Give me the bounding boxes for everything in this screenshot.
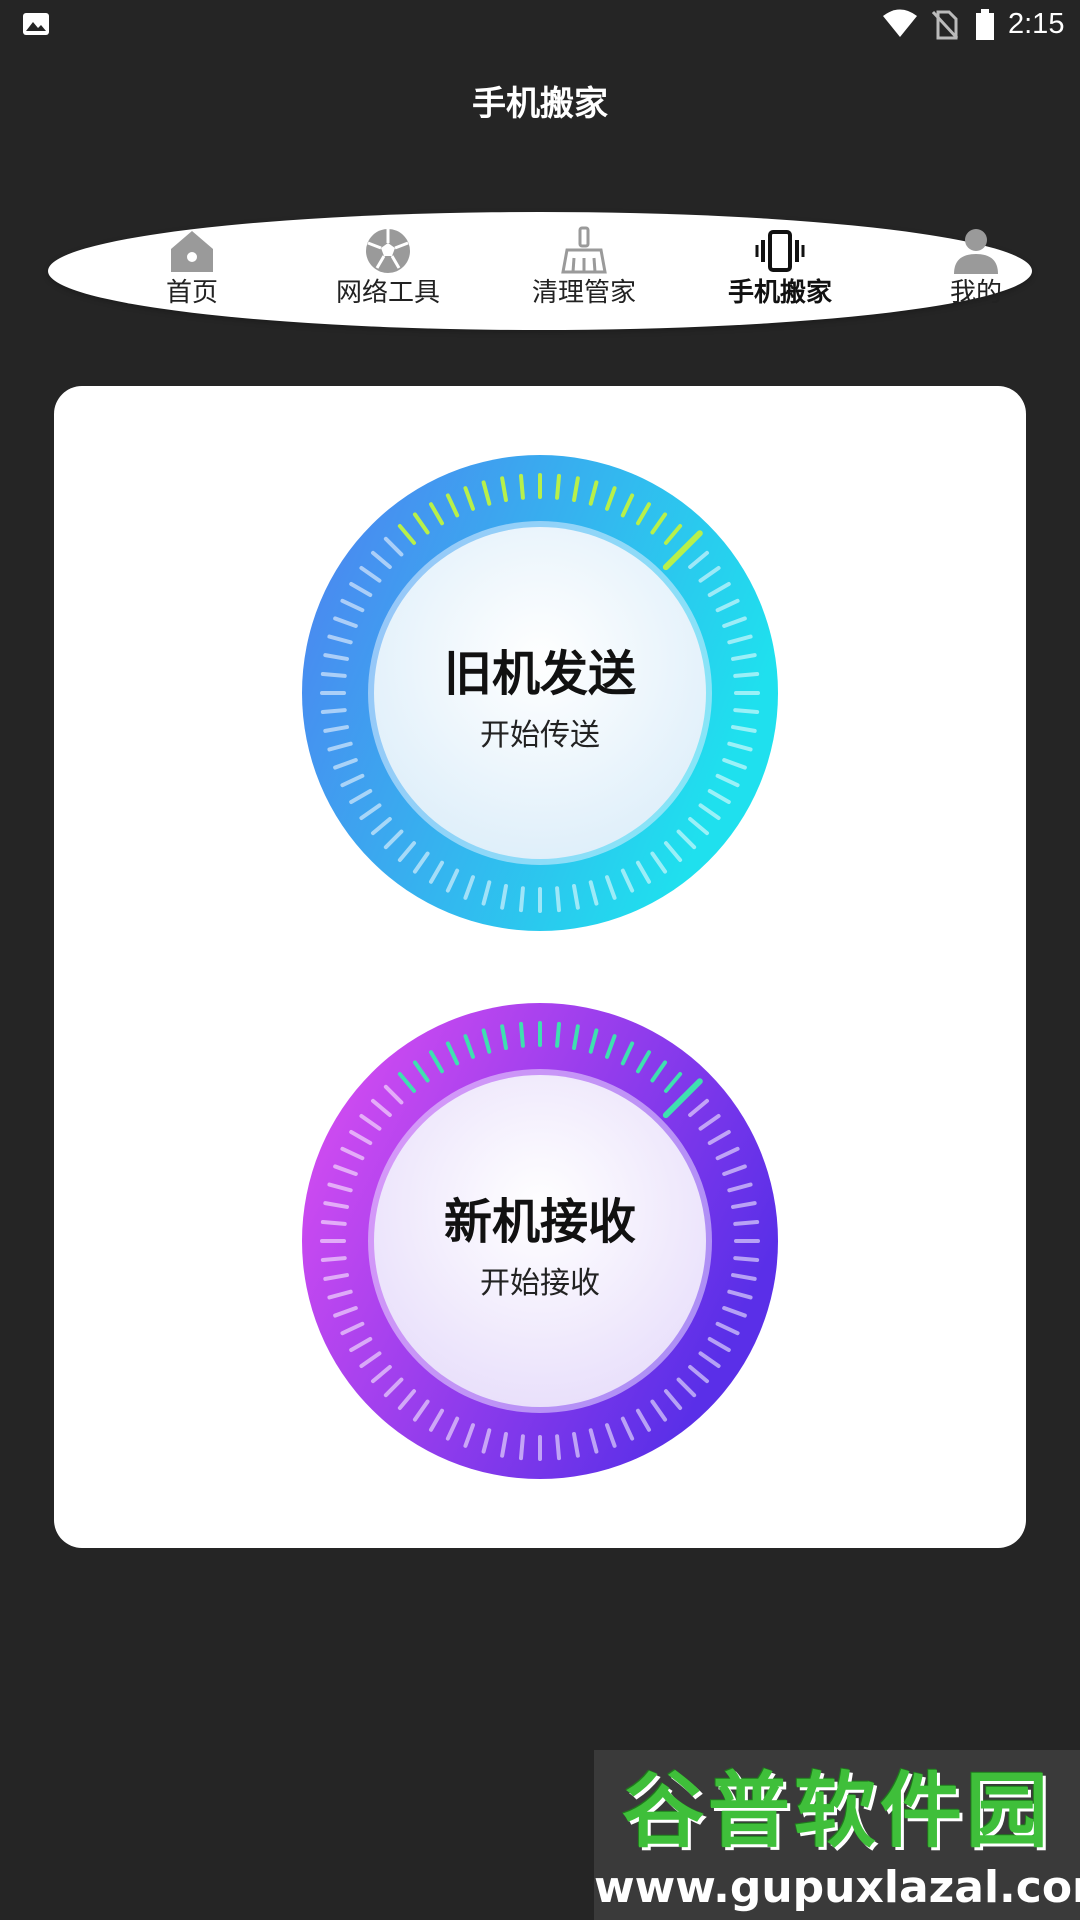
wifi-icon bbox=[883, 9, 917, 37]
new-phone-receive-button[interactable]: 新机接收 开始接收 bbox=[301, 1002, 779, 1480]
send-subtitle: 开始传送 bbox=[480, 718, 600, 753]
receive-title: 新机接收 bbox=[443, 1194, 636, 1250]
user-icon bbox=[954, 229, 998, 274]
watermark: 谷普软件园 www.gupuxlazal.com bbox=[594, 1750, 1080, 1920]
watermark-logo: 谷普软件园 bbox=[621, 1764, 1052, 1859]
nav-label-network-tools: 网络工具 bbox=[335, 278, 440, 308]
watermark-url: www.gupuxlazal.com bbox=[594, 1862, 1080, 1913]
status-bar: 2:15 bbox=[0, 0, 1080, 50]
dial-tick bbox=[555, 886, 561, 913]
nav-item-phone-clone[interactable]: 手机搬家 bbox=[690, 226, 870, 318]
dial-tick bbox=[519, 886, 525, 913]
home-icon bbox=[171, 231, 213, 272]
main-card: 旧机发送 开始传送 新机接收 开始接收 bbox=[54, 386, 1026, 1548]
battery-icon bbox=[976, 9, 994, 40]
dial-tick bbox=[733, 708, 760, 714]
page-title: 手机搬家 bbox=[472, 84, 608, 124]
photo-icon bbox=[23, 13, 49, 35]
receive-subtitle: 开始接收 bbox=[480, 1266, 600, 1301]
nav-item-cleaner[interactable]: 清理管家 bbox=[494, 226, 674, 318]
screen: 2:15 手机搬家 首页 网络工具 清理管家 手机搬家 我的 旧机发送 开始传送… bbox=[0, 0, 1080, 1920]
dial-tick bbox=[519, 1434, 525, 1461]
no-sim-icon bbox=[932, 10, 958, 40]
dial-tick bbox=[555, 1434, 561, 1461]
broom-icon bbox=[561, 226, 607, 274]
nav-item-home[interactable]: 首页 bbox=[102, 226, 282, 318]
nav-label-mine: 我的 bbox=[949, 278, 1002, 308]
dial-tick bbox=[733, 1256, 760, 1262]
nav-label-phone-clone: 手机搬家 bbox=[727, 278, 832, 308]
nav-item-mine[interactable]: 我的 bbox=[886, 226, 1066, 318]
dial-tick bbox=[320, 1256, 347, 1262]
status-time: 2:15 bbox=[1008, 8, 1065, 40]
phone-vibrate-icon bbox=[755, 230, 805, 272]
send-title: 旧机发送 bbox=[443, 646, 636, 702]
dial-tick bbox=[320, 708, 347, 714]
nav-label-home: 首页 bbox=[165, 278, 218, 308]
dial-tick bbox=[555, 1021, 561, 1048]
dial-tick bbox=[555, 473, 561, 500]
nav-label-cleaner: 清理管家 bbox=[531, 278, 636, 308]
nav-item-network-tools[interactable]: 网络工具 bbox=[298, 226, 478, 318]
old-phone-send-button[interactable]: 旧机发送 开始传送 bbox=[301, 454, 779, 932]
top-nav: 首页 网络工具 清理管家 手机搬家 我的 bbox=[48, 212, 1032, 330]
dial-tick bbox=[519, 1021, 525, 1048]
network-ball-icon bbox=[366, 229, 410, 273]
dial-tick bbox=[519, 473, 525, 500]
